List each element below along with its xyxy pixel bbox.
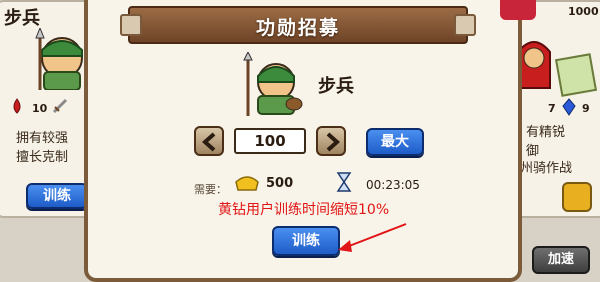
right-stat-a: 7 xyxy=(548,102,556,115)
right-desc-line3: 州骑作战 xyxy=(520,161,573,176)
train-button[interactable]: 训练 xyxy=(272,226,340,256)
left-train-button[interactable]: 训练 xyxy=(26,183,88,209)
top-right-counter: 1000 xyxy=(568,5,599,18)
left-unit-card: 步兵 10 拥有较强 擅长克制 训练 xyxy=(0,0,96,218)
right-desc-line1: 有精锐 xyxy=(526,125,566,140)
dialog-title: 功勋招募 xyxy=(255,17,340,39)
dialog-title-banner: 功勋招募 xyxy=(128,6,468,44)
sword-icon xyxy=(52,98,68,114)
close-button[interactable] xyxy=(500,0,536,20)
blood-drop-icon xyxy=(13,98,21,114)
red-arrow-annotation xyxy=(338,223,407,252)
speedup-button[interactable]: 加速 xyxy=(532,246,590,274)
left-desc-line1: 拥有较强 xyxy=(16,131,69,146)
unit-name: 步兵 xyxy=(318,76,354,97)
max-button[interactable]: 最大 xyxy=(366,128,424,156)
banner-left-cap xyxy=(120,14,142,36)
quantity-input[interactable]: 100 xyxy=(234,128,306,154)
scroll-card-icon xyxy=(554,53,598,97)
gold-medal-icon xyxy=(562,182,592,212)
hourglass-icon xyxy=(336,172,352,192)
right-stat-b: 9 xyxy=(582,102,590,115)
chevron-left-icon xyxy=(201,132,216,152)
gold-ingot-icon xyxy=(235,176,259,191)
train-time: 00:23:05 xyxy=(366,178,420,192)
cost-label: 需要： xyxy=(194,183,227,196)
chevron-right-icon xyxy=(326,132,341,152)
banner-right-cap xyxy=(454,14,476,36)
left-attack-value: 10 xyxy=(32,102,48,115)
vip-discount-note: 黄钻用户训练时间缩短10% xyxy=(218,202,390,218)
sapphire-icon xyxy=(562,98,576,116)
right-desc-line2: 御 xyxy=(526,144,540,159)
gold-cost: 500 xyxy=(266,176,294,191)
increase-button[interactable] xyxy=(316,126,346,156)
decrease-button[interactable] xyxy=(194,126,224,156)
left-card-title: 步兵 xyxy=(4,8,40,29)
infantry-portrait xyxy=(243,52,303,116)
left-desc-line2: 擅长克制 xyxy=(16,150,69,165)
